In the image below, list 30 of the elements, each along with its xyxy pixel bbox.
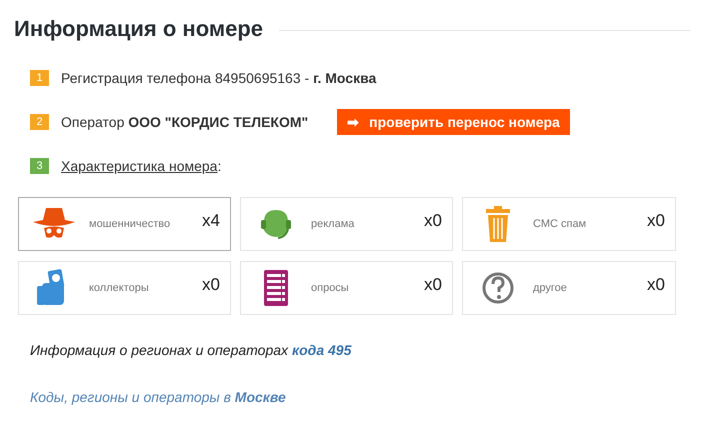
category-label: СМС спам	[533, 216, 588, 232]
characteristics-link[interactable]: Характеристика номера	[61, 156, 218, 176]
category-label: другое	[533, 280, 568, 296]
region-info-text: Информация о регионах и операторах	[30, 341, 288, 360]
category-card[interactable]: мошенничество x4	[18, 197, 231, 251]
category-count: x0	[424, 274, 442, 296]
category-count: x0	[647, 210, 665, 232]
step-text: Регистрация телефона 84950695163 - г. Москва	[61, 68, 376, 88]
category-label: коллекторы	[89, 280, 150, 296]
code-link[interactable]: кода 495	[292, 340, 352, 361]
arrow-icon: ➡	[347, 112, 360, 132]
step-number: 1	[30, 70, 49, 86]
category-count: x0	[647, 274, 665, 296]
category-card[interactable]: СМС спам x0	[462, 197, 676, 251]
category-count: x4	[202, 210, 220, 232]
category-card[interactable]: опросы x0	[240, 261, 453, 315]
step-text: Оператор ООО "КОРДИС ТЕЛЕКОМ"	[61, 112, 308, 132]
category-card[interactable]: реклама x0	[240, 197, 453, 251]
category-label: опросы	[311, 280, 350, 296]
step-number: 2	[30, 114, 49, 130]
category-card[interactable]: коллекторы x0	[18, 261, 231, 315]
category-card[interactable]: другое x0	[462, 261, 676, 315]
category-label: мошенничество	[89, 216, 172, 232]
city-codes-link[interactable]: Коды, регионы и операторы в Москве	[30, 389, 286, 405]
step-number: 3	[30, 158, 49, 174]
category-label: реклама	[311, 216, 356, 232]
category-count: x0	[202, 274, 220, 296]
category-count: x0	[424, 210, 442, 232]
colon: :	[217, 156, 222, 174]
section-title: Информация о номере	[14, 15, 264, 43]
